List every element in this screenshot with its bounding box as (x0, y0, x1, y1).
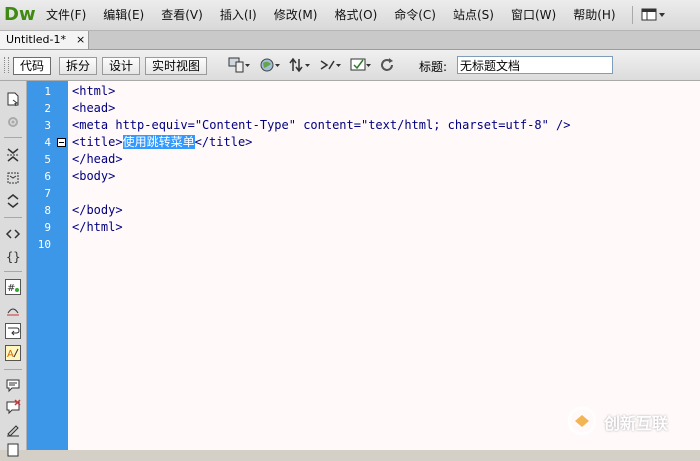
menu-format[interactable]: 格式(O) (334, 0, 377, 30)
code-line[interactable]: <html> (72, 83, 115, 100)
watermark: 创新互联 (566, 405, 696, 437)
collapse-full-tag-icon[interactable] (5, 147, 21, 163)
multiscreen-icon[interactable] (228, 56, 250, 74)
code-token: <title> (72, 135, 123, 149)
menu-view[interactable]: 查看(V) (161, 0, 203, 30)
code-view-button[interactable]: 代码 (13, 57, 52, 75)
menu-edit[interactable]: 编辑(E) (103, 0, 144, 30)
wrap-tag-icon[interactable] (5, 421, 21, 437)
code-line-title[interactable]: <title>使用跳转菜单</title> (72, 134, 252, 151)
menu-items: 文件(F) 编辑(E) 查看(V) 插入(I) 修改(M) 格式(O) 命令(C… (46, 0, 633, 30)
code-line[interactable]: <body> (72, 168, 115, 185)
live-code-icon[interactable] (319, 56, 341, 74)
title-label: 标题: (419, 60, 448, 74)
line-number-gutter: 1 2 3 4 5 6 7 8 9 10 (27, 81, 68, 450)
refresh-icon[interactable] (378, 56, 400, 74)
syntax-coloring-icon[interactable]: A (5, 345, 21, 361)
code-line[interactable]: <meta http-equiv="Content-Type" content=… (72, 117, 571, 134)
word-wrap-icon[interactable] (5, 323, 21, 339)
menu-insert[interactable]: 插入(I) (220, 0, 257, 30)
layout-switcher-icon[interactable] (641, 8, 667, 22)
menu-site[interactable]: 站点(S) (453, 0, 494, 30)
design-view-button[interactable]: 设计 (102, 57, 141, 75)
line-number: 3 (44, 119, 51, 132)
line-number: 8 (44, 204, 51, 217)
line-number: 5 (44, 153, 51, 166)
close-icon[interactable]: × (76, 31, 85, 49)
apply-comment-icon[interactable] (5, 377, 21, 393)
line-number: 6 (44, 170, 51, 183)
document-tab-bar: Untitled-1* × (0, 31, 700, 50)
document-tab-label: Untitled-1* (6, 33, 66, 46)
open-documents-icon[interactable] (5, 91, 21, 107)
code-line[interactable]: </html> (72, 219, 123, 236)
dreamweaver-logo: Dw (4, 4, 36, 25)
watermark-logo-icon (567, 406, 597, 436)
code-line[interactable]: </head> (72, 151, 123, 168)
toolbar-divider (4, 271, 22, 272)
svg-text:{}: {} (6, 250, 20, 264)
menu-file[interactable]: 文件(F) (46, 0, 86, 30)
line-number: 9 (44, 221, 51, 234)
svg-text:#: # (7, 283, 15, 294)
line-number: 10 (37, 238, 51, 251)
code-token: </title> (194, 135, 253, 149)
line-numbers-icon[interactable]: # (5, 279, 21, 295)
menu-separator (632, 6, 633, 24)
select-parent-tag-icon[interactable] (5, 226, 21, 242)
selected-text[interactable]: 使用跳转菜单 (122, 135, 195, 149)
line-number: 7 (44, 187, 51, 200)
line-number: 1 (44, 85, 51, 98)
line-number: 4 (44, 136, 51, 149)
toolbar-divider (4, 369, 22, 370)
expand-all-icon[interactable] (5, 193, 21, 209)
live-view-button[interactable]: 实时视图 (145, 57, 208, 75)
highlight-invalid-code-icon[interactable] (5, 302, 21, 318)
recent-snippets-icon[interactable] (5, 442, 21, 458)
file-management-icon[interactable] (289, 56, 311, 74)
toolbar-divider (4, 137, 22, 138)
menu-commands[interactable]: 命令(C) (394, 0, 436, 30)
document-toolbar: 代码 拆分 设计 实时视图 标题: 无标题文档 (0, 50, 700, 81)
watermark-text: 创新互联 (604, 414, 669, 433)
menu-window[interactable]: 窗口(W) (511, 0, 556, 30)
document-tab[interactable]: Untitled-1* × (0, 31, 89, 49)
code-line[interactable]: </body> (72, 202, 123, 219)
svg-text:A: A (7, 349, 14, 360)
menu-modify[interactable]: 修改(M) (274, 0, 318, 30)
remove-comment-icon[interactable] (5, 399, 21, 415)
validate-icon[interactable] (349, 56, 371, 74)
code-editor[interactable]: <html> <head> <meta http-equiv="Content-… (68, 81, 700, 450)
balance-braces-icon[interactable]: {} (5, 248, 21, 264)
code-line[interactable]: <head> (72, 100, 115, 117)
menu-bar: Dw 文件(F) 编辑(E) 查看(V) 插入(I) 修改(M) 格式(O) 命… (0, 0, 700, 31)
toolbar-grip-icon[interactable] (4, 57, 9, 73)
coding-toolbar: {} # A (0, 81, 27, 457)
collapse-selection-icon[interactable] (5, 170, 21, 186)
code-fold-icon[interactable] (57, 138, 66, 147)
toolbar-divider (4, 217, 22, 218)
show-code-navigator-icon (5, 114, 21, 130)
split-view-button[interactable]: 拆分 (59, 57, 98, 75)
menu-help[interactable]: 帮助(H) (573, 0, 615, 30)
line-number: 2 (44, 102, 51, 115)
preview-globe-icon[interactable] (259, 56, 281, 74)
title-input[interactable] (457, 56, 613, 74)
